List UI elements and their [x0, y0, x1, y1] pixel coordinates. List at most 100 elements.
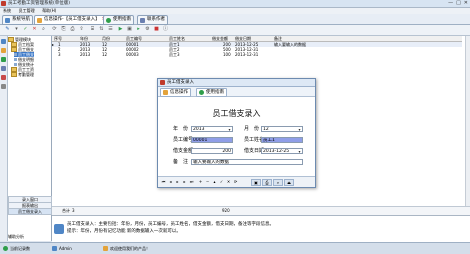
search-icon[interactable]: ⌕ — [40, 26, 47, 33]
dialog-tab-info-operation[interactable]: 信息操作 — [160, 88, 191, 97]
chevron-down-icon: ▾ — [298, 127, 301, 132]
exit-button-icon[interactable]: ⏏ — [284, 179, 294, 186]
settings-icon[interactable]: ⚙ — [144, 26, 151, 33]
dialog-heading: 员工借支录入 — [212, 109, 261, 118]
footer-total-label: 合计 — [62, 208, 70, 213]
cell-year: 2013 — [80, 52, 91, 57]
dialog-app-icon — [160, 80, 165, 85]
contact-icon — [140, 17, 145, 23]
edit-pencil-icon[interactable]: ✎ — [4, 26, 11, 33]
document-icon — [14, 53, 17, 56]
col-header-emp-id[interactable]: 员工编号 — [126, 36, 142, 41]
delete-record-icon[interactable]: − — [205, 179, 210, 184]
stop-icon[interactable]: ■ — [153, 26, 160, 33]
chevron-down-icon: ▾ — [298, 149, 301, 154]
filter-icon[interactable]: ⌸ — [89, 26, 96, 33]
year-select[interactable]: 2013 ▾ — [191, 126, 233, 132]
vertical-scrollbar[interactable] — [465, 36, 470, 206]
check-icon[interactable]: ✓ — [22, 26, 29, 33]
toolbar: ✎ ▾ ✓ ✕ ⌕ ⟳ ⎘ ⎙ ⇪ ⌸ ⇅ ☰ ▶ ▣ ▸ ⚙ ■ ⓘ — [0, 25, 470, 36]
col-header-month[interactable]: 月份 — [102, 36, 110, 41]
module-icon[interactable] — [1, 39, 6, 44]
first-record-icon[interactable]: ⏮ — [161, 179, 166, 184]
dialog-tabs: 信息操作 使用指南 — [158, 87, 315, 97]
month-label: 月 份 — [244, 126, 260, 132]
delete-icon[interactable]: ✕ — [31, 26, 38, 33]
tree-item-attendance[interactable]: 考勤管理 — [11, 72, 34, 77]
search-button-icon[interactable]: ⌕ — [273, 179, 283, 186]
tab-user-guide[interactable]: 使用指南 — [103, 15, 134, 25]
cell-date: 2013-12-31 — [235, 52, 259, 57]
prev-record-icon[interactable]: ◂ — [168, 179, 173, 184]
print-icon[interactable]: ⎙ — [69, 26, 76, 33]
cell-amount: 100 — [223, 52, 231, 57]
export-icon[interactable]: ⇪ — [78, 26, 85, 33]
dialog-title: 员工借支录入 — [167, 80, 194, 85]
footer-amount-total: 920 — [222, 208, 230, 213]
refresh-icon[interactable]: ⟳ — [51, 26, 58, 33]
table-row[interactable]: 3 2013 12 00003 员工3 100 2013-12-31 — [52, 52, 462, 57]
hint-line-2: 提示：年份，月份有记忆功能 新的数据输入一次就可以。 — [67, 229, 181, 234]
play-icon[interactable]: ▶ — [117, 26, 124, 33]
minimize-button[interactable]: — — [448, 0, 453, 7]
hint-panel: 员工借支录入：主要包括：年份，月份，员工编号，员工姓名，借支金额，借支日期，备注… — [52, 215, 470, 243]
next-icon[interactable]: ▸ — [135, 26, 142, 33]
help-icon — [106, 17, 111, 23]
month-select[interactable]: 12 ▾ — [261, 126, 303, 132]
cell-index: 3 — [58, 52, 61, 57]
maximize-button[interactable]: □ — [456, 0, 461, 7]
col-header-emp-name[interactable]: 员工姓名 — [169, 36, 185, 41]
app-icon — [1, 1, 6, 6]
copy-icon[interactable]: ⎘ — [60, 26, 67, 33]
dialog-tab-user-guide[interactable]: 使用指南 — [196, 88, 227, 97]
edit-icon — [163, 90, 168, 95]
info-icon — [54, 224, 64, 234]
save-button-icon[interactable]: ▣ — [251, 179, 261, 186]
folder-icon[interactable] — [1, 48, 6, 53]
save-record-icon[interactable]: ✓ — [219, 179, 224, 184]
dropdown-arrow-icon[interactable]: ▾ — [13, 26, 20, 33]
next-record-icon[interactable]: ▸ — [182, 179, 187, 184]
col-header-date[interactable]: 借支日期 — [235, 36, 251, 41]
col-header-year[interactable]: 年份 — [80, 36, 88, 41]
add-record-icon[interactable]: + — [198, 179, 203, 184]
status-user: Admin — [59, 246, 72, 251]
date-picker[interactable]: 2013-12-25 ▾ — [261, 148, 303, 154]
play-icon[interactable]: ▸ — [175, 179, 180, 184]
last-record-icon[interactable]: ⏭ — [189, 179, 194, 184]
close-button[interactable]: ✕ — [464, 0, 468, 7]
refresh-record-icon[interactable]: ⟳ — [233, 179, 238, 184]
stats-icon[interactable] — [1, 75, 6, 80]
tab-contact-author[interactable]: 联系作者 — [137, 15, 168, 25]
col-header-index[interactable]: 序号 — [54, 36, 62, 41]
info-icon[interactable]: ⓘ — [162, 26, 169, 33]
print-button-icon[interactable]: ⎙ — [262, 179, 272, 186]
tab-bar: 系统导航 信息操作-【员工借支录入】 ✕ 使用指南 联系作者 — [0, 14, 470, 25]
note-label: 备 注 — [173, 159, 189, 165]
aux-analysis-link[interactable]: 辅助分析 — [8, 234, 24, 239]
home-icon — [5, 17, 10, 23]
edit-record-icon[interactable]: ▴ — [212, 179, 217, 184]
sidebar-icon-strip — [0, 36, 8, 241]
window-controls: — □ ✕ — [448, 0, 468, 7]
view-icon[interactable]: ▣ — [126, 26, 133, 33]
cancel-record-icon[interactable]: ✕ — [226, 179, 231, 184]
amount-field[interactable]: 200 — [191, 148, 233, 154]
note-field[interactable]: 输入要输入的数据 — [191, 159, 303, 165]
footer-record-count: 3 — [72, 208, 75, 213]
dialog-title-bar[interactable]: 员工借支录入 — [158, 79, 315, 87]
employee-id-field[interactable]: 00001 — [191, 137, 233, 143]
report-icon[interactable] — [1, 57, 6, 62]
list-icon[interactable]: ☰ — [107, 26, 114, 33]
tab-info-operation[interactable]: 信息操作-【员工借支录入】 ✕ — [34, 15, 109, 25]
window-title: 员工考勤工资管理系统(单位版) — [8, 1, 71, 6]
col-header-amount[interactable]: 借支金额 — [212, 36, 228, 41]
tools-icon[interactable] — [1, 84, 6, 89]
document-icon — [14, 63, 17, 66]
loan-entry-button[interactable]: 员工借支录入 — [8, 208, 52, 215]
sort-icon[interactable]: ⇅ — [98, 26, 105, 33]
col-header-note[interactable]: 备注 — [274, 36, 282, 41]
tab-system-nav[interactable]: 系统导航 — [2, 15, 33, 25]
chart-icon[interactable] — [1, 66, 6, 71]
employee-name-field[interactable]: 员工1 — [261, 137, 303, 143]
